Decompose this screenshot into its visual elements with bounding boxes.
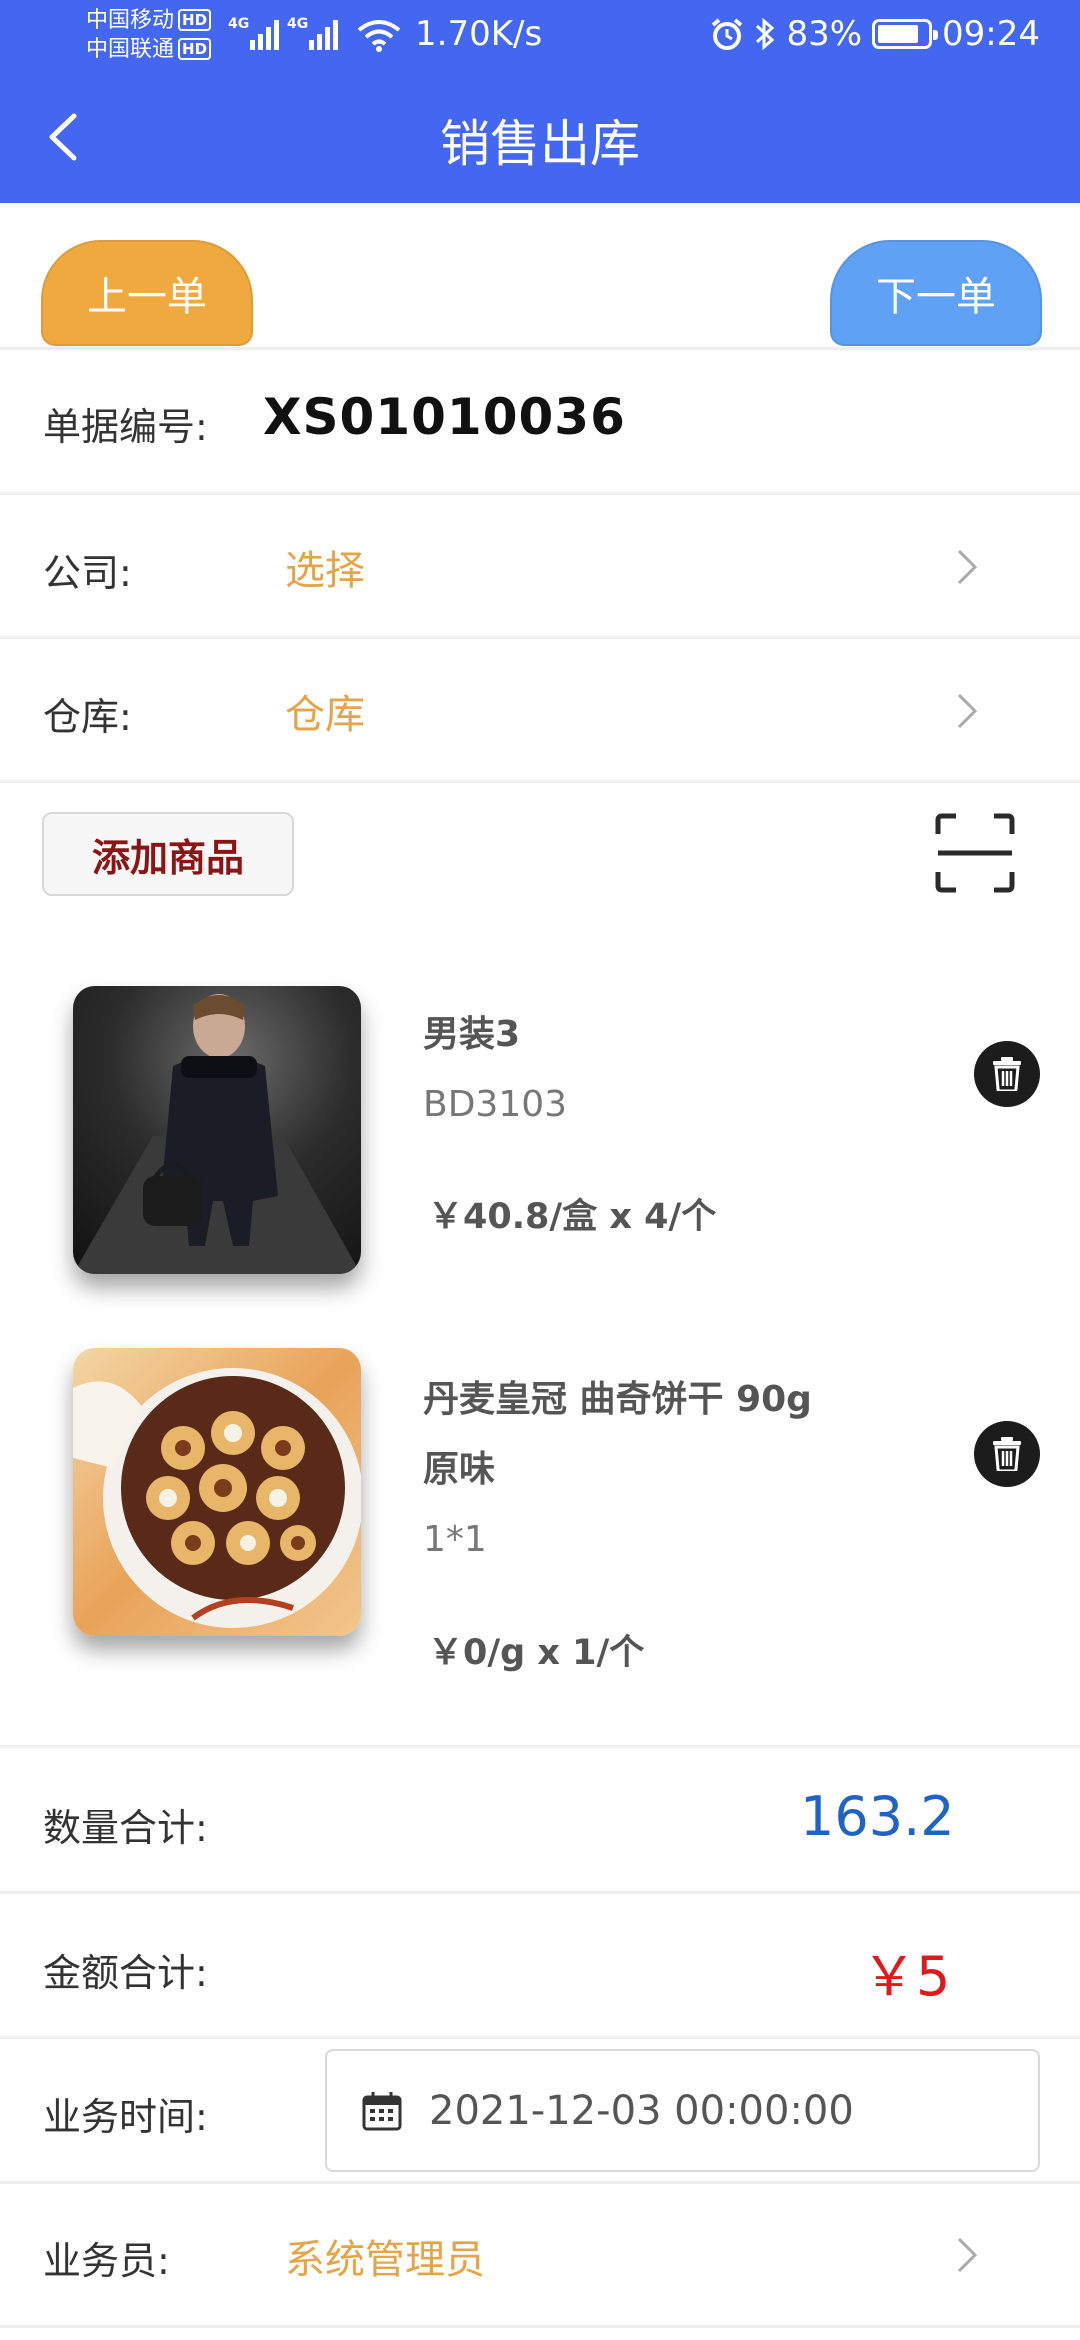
chevron-right-icon bbox=[957, 2237, 978, 2273]
header-bar: 中国移动HD 中国联通HD 4G 4G 1.70K/s 83% 09:24 bbox=[0, 0, 1080, 203]
divider bbox=[0, 2325, 1080, 2328]
divider bbox=[0, 492, 1080, 495]
product-image bbox=[73, 1348, 361, 1636]
cookie-tin-photo bbox=[73, 1368, 361, 1628]
divider bbox=[0, 636, 1080, 639]
product-name: 丹麦皇冠 曲奇饼干 90g bbox=[423, 1379, 812, 1420]
chevron-right-icon bbox=[957, 549, 978, 585]
divider bbox=[0, 2181, 1080, 2184]
divider bbox=[0, 2036, 1080, 2039]
delete-button[interactable] bbox=[974, 1041, 1040, 1107]
alarm-icon bbox=[712, 18, 743, 50]
hd-badge: HD bbox=[178, 38, 212, 60]
divider bbox=[0, 780, 1080, 783]
qty-total-label: 数量合计: bbox=[43, 1806, 208, 1850]
battery-icon bbox=[872, 19, 939, 49]
carrier-info: 中国移动 HD 中国联通 HD bbox=[86, 6, 212, 64]
battery-percent: 83% bbox=[786, 14, 863, 54]
page-title: 销售出库 bbox=[440, 115, 640, 173]
product-name: 男装3 bbox=[423, 1014, 521, 1055]
business-time-value: 2021-12-03 00:00:00 bbox=[429, 2087, 854, 2134]
divider bbox=[0, 347, 1080, 350]
scan-icon[interactable] bbox=[934, 812, 1016, 894]
chevron-right-icon bbox=[957, 693, 978, 729]
product-price: ￥0/g x 1/个 bbox=[428, 1633, 645, 1673]
qty-total-value: 163.2 bbox=[800, 1785, 955, 1848]
business-time-picker[interactable]: 2021-12-03 00:00:00 bbox=[325, 2049, 1040, 2172]
status-right: 83% 09:24 bbox=[710, 14, 1040, 54]
divider bbox=[0, 1745, 1080, 1748]
warehouse-select[interactable]: 仓库 bbox=[285, 682, 365, 740]
product-price: ￥40.8/盒 x 4/个 bbox=[428, 1197, 717, 1237]
product-name-line2: 原味 bbox=[423, 1449, 496, 1490]
company-select[interactable]: 选择 bbox=[285, 538, 365, 596]
divider bbox=[0, 1891, 1080, 1894]
business-time-label: 业务时间: bbox=[43, 2095, 208, 2139]
amount-total-label: 金额合计: bbox=[43, 1951, 208, 1995]
trash-icon bbox=[993, 1057, 1021, 1091]
bluetooth-icon bbox=[756, 17, 775, 51]
calendar-icon bbox=[362, 2091, 402, 2130]
delete-button[interactable] bbox=[974, 1421, 1040, 1487]
network-speed: 1.70K/s bbox=[415, 14, 543, 54]
amount-total-value: ￥5 bbox=[862, 1945, 951, 2008]
signal-icon: 4G bbox=[228, 16, 279, 50]
signal-icon: 4G bbox=[287, 16, 338, 50]
man-coat-photo bbox=[73, 994, 361, 1274]
next-order-button[interactable]: 下一单 bbox=[830, 240, 1042, 346]
trash-icon bbox=[993, 1437, 1021, 1471]
doc-no-label: 单据编号: bbox=[43, 405, 208, 449]
hd-badge: HD bbox=[178, 9, 212, 31]
signal-icons: 4G 4G bbox=[228, 16, 338, 50]
carrier-1: 中国移动 bbox=[86, 8, 175, 33]
salesman-select[interactable]: 系统管理员 bbox=[285, 2227, 485, 2285]
product-image bbox=[73, 986, 361, 1274]
add-goods-button[interactable]: 添加商品 bbox=[42, 812, 294, 896]
doc-no-value: XS01010036 bbox=[263, 388, 626, 446]
clock: 09:24 bbox=[942, 14, 1040, 54]
product-code: BD3103 bbox=[423, 1084, 568, 1125]
wifi-icon bbox=[357, 20, 401, 52]
product-code: 1*1 bbox=[423, 1519, 487, 1560]
carrier-2: 中国联通 bbox=[86, 37, 175, 62]
company-label: 公司: bbox=[43, 551, 132, 595]
warehouse-label: 仓库: bbox=[43, 695, 132, 739]
prev-order-button[interactable]: 上一单 bbox=[41, 240, 253, 346]
salesman-label: 业务员: bbox=[43, 2239, 170, 2283]
